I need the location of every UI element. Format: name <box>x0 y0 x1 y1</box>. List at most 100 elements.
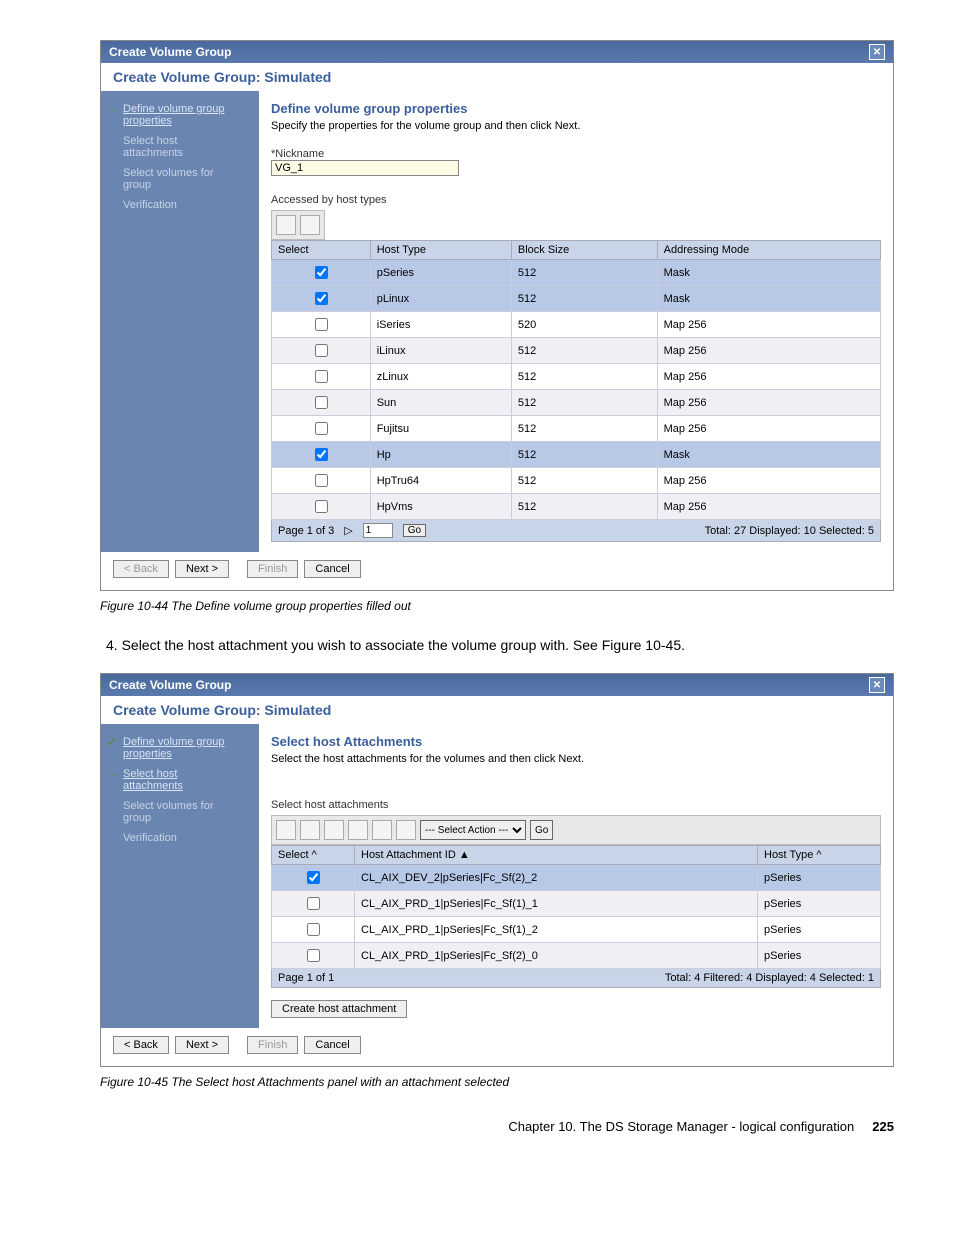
cell-block-size: 512 <box>511 468 657 494</box>
row-select-checkbox[interactable] <box>315 292 328 305</box>
nav-define-volume-group[interactable]: Define volume group properties <box>105 99 245 131</box>
col-block-size[interactable]: Block Size <box>511 241 657 260</box>
footer-chapter: Chapter 10. The DS Storage Manager - log… <box>508 1119 854 1134</box>
section-description: Specify the properties for the volume gr… <box>271 120 881 132</box>
cell-host-type: HpVms <box>370 494 511 520</box>
cell-addressing-mode: Map 256 <box>657 364 880 390</box>
cell-addressing-mode: Mask <box>657 260 880 286</box>
col-select[interactable]: Select <box>272 241 371 260</box>
cell-host-type: pSeries <box>370 260 511 286</box>
cell-block-size: 512 <box>511 364 657 390</box>
finish-button[interactable]: Finish <box>247 1036 298 1054</box>
col-host-attachment-id[interactable]: Host Attachment ID ▲ <box>355 846 758 865</box>
toolbar-icon[interactable] <box>324 820 344 840</box>
toolbar-icon[interactable] <box>348 820 368 840</box>
action-select[interactable]: --- Select Action --- <box>420 820 526 840</box>
section-heading: Define volume group properties <box>271 101 881 116</box>
table-row: zLinux512Map 256 <box>272 364 881 390</box>
row-select-checkbox[interactable] <box>307 923 320 936</box>
nav-link[interactable]: Define volume group properties <box>123 736 225 760</box>
step-4-text: 4. Select the host attachment you wish t… <box>100 637 894 653</box>
nickname-label: *Nickname <box>271 148 881 160</box>
cell-host-type: HpTru64 <box>370 468 511 494</box>
cell-attachment-id: CL_AIX_PRD_1|pSeries|Fc_Sf(1)_2 <box>355 917 758 943</box>
row-select-checkbox[interactable] <box>315 448 328 461</box>
table-row: Hp512Mask <box>272 442 881 468</box>
figure-caption: Figure 10-45 The Select host Attachments… <box>100 1075 894 1089</box>
next-button[interactable]: Next > <box>175 1036 229 1054</box>
pager-page: Page 1 of 1 <box>278 972 334 984</box>
col-host-type[interactable]: Host Type ^ <box>758 846 881 865</box>
action-go-button[interactable]: Go <box>530 820 553 840</box>
cell-addressing-mode: Map 256 <box>657 312 880 338</box>
host-types-table: Select Host Type Block Size Addressing M… <box>271 240 881 520</box>
nav-link[interactable]: Select host attachments <box>123 768 183 792</box>
row-select-checkbox[interactable] <box>315 266 328 279</box>
back-button[interactable]: < Back <box>113 560 169 578</box>
cell-addressing-mode: Map 256 <box>657 494 880 520</box>
nav-select-host-attachments[interactable]: Select host attachments <box>105 764 245 796</box>
row-select-checkbox[interactable] <box>315 318 328 331</box>
nav-select-volumes: Select volumes for group <box>105 796 245 828</box>
panel-subtitle: Create Volume Group: Simulated <box>101 63 893 91</box>
cell-attachment-id: CL_AIX_PRD_1|pSeries|Fc_Sf(2)_0 <box>355 943 758 969</box>
row-select-checkbox[interactable] <box>307 871 320 884</box>
pager-page-input[interactable] <box>363 523 393 538</box>
row-select-checkbox[interactable] <box>307 949 320 962</box>
row-select-checkbox[interactable] <box>307 897 320 910</box>
nav-verification: Verification <box>105 828 245 848</box>
deselect-all-icon[interactable] <box>300 215 320 235</box>
pager-go-button[interactable]: Go <box>403 524 426 537</box>
pager-stats: Total: 27 Displayed: 10 Selected: 5 <box>705 525 874 537</box>
toolbar-icon[interactable] <box>276 820 296 840</box>
figure-10-44: Create Volume Group ✕ Create Volume Grou… <box>100 40 894 591</box>
page-footer: Chapter 10. The DS Storage Manager - log… <box>100 1119 894 1134</box>
cell-host-type: pSeries <box>758 943 881 969</box>
table-row: iSeries520Map 256 <box>272 312 881 338</box>
cancel-button[interactable]: Cancel <box>304 560 360 578</box>
toolbar-icon[interactable] <box>396 820 416 840</box>
nickname-input[interactable] <box>271 160 459 176</box>
col-host-type[interactable]: Host Type <box>370 241 511 260</box>
pager-page: Page 1 of 3 <box>278 525 334 537</box>
back-button[interactable]: < Back <box>113 1036 169 1054</box>
cell-addressing-mode: Map 256 <box>657 468 880 494</box>
cell-block-size: 512 <box>511 338 657 364</box>
cell-block-size: 512 <box>511 390 657 416</box>
next-button[interactable]: Next > <box>175 560 229 578</box>
table-row: CL_AIX_DEV_2|pSeries|Fc_Sf(2)_2pSeries <box>272 865 881 891</box>
create-host-attachment-button[interactable]: Create host attachment <box>271 1000 407 1018</box>
col-select[interactable]: Select ^ <box>272 846 355 865</box>
nav-select-host-attachments: Select host attachments <box>105 131 245 163</box>
row-select-checkbox[interactable] <box>315 474 328 487</box>
col-addressing-mode[interactable]: Addressing Mode <box>657 241 880 260</box>
table-toolbar <box>271 210 325 240</box>
cell-host-type: iSeries <box>370 312 511 338</box>
nav-define-volume-group[interactable]: Define volume group properties <box>105 732 245 764</box>
nav-select-volumes: Select volumes for group <box>105 163 245 195</box>
row-select-checkbox[interactable] <box>315 370 328 383</box>
cell-addressing-mode: Map 256 <box>657 338 880 364</box>
dialog-titlebar: Create Volume Group ✕ <box>101 41 893 63</box>
table-row: Sun512Map 256 <box>272 390 881 416</box>
nav-link[interactable]: Define volume group properties <box>123 103 225 127</box>
finish-button[interactable]: Finish <box>247 560 298 578</box>
close-icon[interactable]: ✕ <box>869 677 885 693</box>
nav-verification: Verification <box>105 195 245 215</box>
close-icon[interactable]: ✕ <box>869 44 885 60</box>
toolbar-icon[interactable] <box>300 820 320 840</box>
row-select-checkbox[interactable] <box>315 344 328 357</box>
dialog-titlebar: Create Volume Group ✕ <box>101 674 893 696</box>
row-select-checkbox[interactable] <box>315 422 328 435</box>
select-all-icon[interactable] <box>276 215 296 235</box>
cell-host-type: Hp <box>370 442 511 468</box>
row-select-checkbox[interactable] <box>315 396 328 409</box>
dialog-title: Create Volume Group <box>109 678 231 692</box>
cell-block-size: 512 <box>511 494 657 520</box>
cell-block-size: 512 <box>511 286 657 312</box>
table-row: Fujitsu512Map 256 <box>272 416 881 442</box>
cancel-button[interactable]: Cancel <box>304 1036 360 1054</box>
row-select-checkbox[interactable] <box>315 500 328 513</box>
pager-next-icon[interactable]: ▷ <box>344 524 352 537</box>
toolbar-icon[interactable] <box>372 820 392 840</box>
